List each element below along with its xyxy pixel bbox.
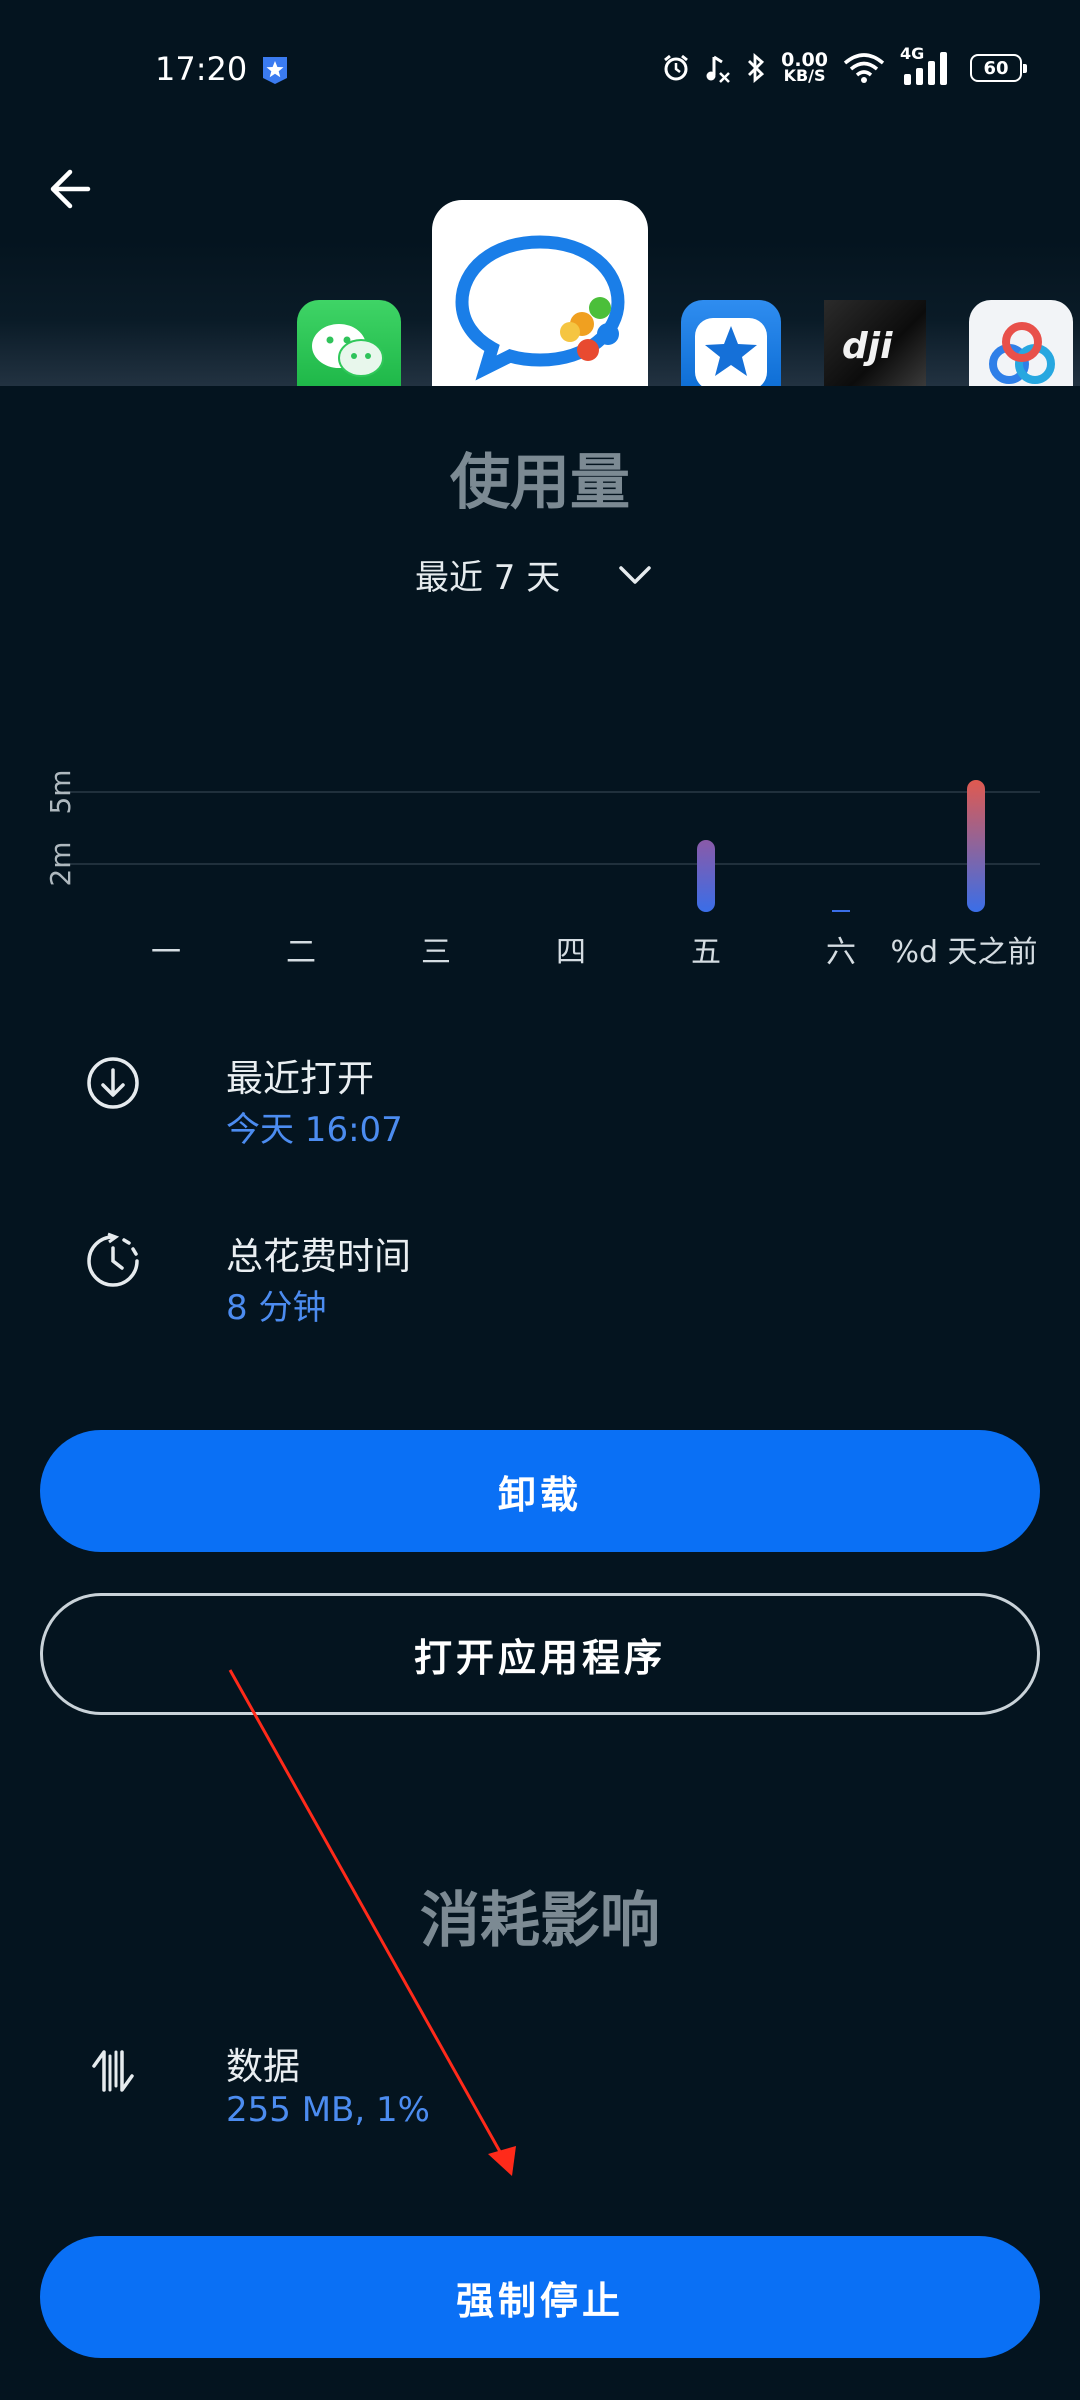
star-app-icon[interactable] bbox=[681, 300, 781, 386]
x-tick-label: 一 bbox=[151, 935, 181, 970]
wifi-icon bbox=[843, 53, 885, 83]
dji-icon[interactable]: dji bbox=[824, 300, 926, 386]
data-usage-row[interactable]: 数据 255 MB, 1% bbox=[0, 2040, 1080, 2160]
data-value: 255 MB, 1% bbox=[226, 2090, 430, 2130]
shield-star-icon bbox=[263, 57, 287, 84]
x-tick-label: 三 bbox=[421, 935, 451, 970]
x-tick-label: 四 bbox=[556, 935, 586, 970]
uninstall-button[interactable]: 卸载 bbox=[40, 1430, 1040, 1552]
y-tick-label: 2m bbox=[44, 841, 77, 886]
last-opened-row: 最近打开 今天 16:07 bbox=[0, 1052, 1080, 1172]
status-icons: 0.00 KB/S 4G 60 bbox=[661, 44, 1027, 86]
battery-indicator: 60 bbox=[970, 54, 1027, 82]
enterprise-wechat-icon[interactable] bbox=[432, 200, 648, 386]
data-transfer-icon bbox=[92, 2050, 134, 2092]
open-app-button[interactable]: 打开应用程序 bbox=[40, 1593, 1040, 1715]
x-tick-label: 六 bbox=[826, 935, 856, 970]
music-muted-icon bbox=[706, 55, 730, 83]
alarm-icon bbox=[664, 54, 689, 81]
x-tick-label: 五 bbox=[691, 935, 721, 970]
arrow-left-icon[interactable] bbox=[40, 158, 102, 220]
last-opened-title: 最近打开 bbox=[226, 1057, 374, 1100]
usage-title: 使用量 bbox=[450, 448, 630, 518]
total-time-title: 总花费时间 bbox=[226, 1235, 411, 1278]
total-time-value: 8 分钟 bbox=[226, 1288, 327, 1328]
timer-icon bbox=[87, 1232, 139, 1287]
usage-bar bbox=[967, 780, 985, 912]
status-bar: 17:20 0.00 KB/S 4G 60 bbox=[0, 0, 1080, 140]
total-time-row: 总花费时间 8 分钟 bbox=[0, 1230, 1080, 1350]
usage-bar bbox=[832, 910, 850, 912]
download-circle-icon bbox=[87, 1057, 139, 1109]
usage-bar bbox=[697, 840, 715, 912]
range-dropdown[interactable]: 最近 7 天 bbox=[415, 550, 652, 599]
impact-title: 消耗影响 bbox=[420, 1886, 660, 1956]
cloud-app-icon[interactable] bbox=[969, 300, 1073, 386]
x-tick-label: 二 bbox=[286, 935, 316, 970]
cellular-signal: 4G bbox=[900, 44, 956, 86]
usage-chart: 2m 5m 一 二 三 四 五 六 %d 天之前 bbox=[44, 769, 1040, 970]
chevron-down-icon bbox=[619, 565, 651, 584]
data-title: 数据 bbox=[226, 2045, 300, 2088]
net-speed: 0.00 KB/S bbox=[781, 49, 828, 85]
x-tick-label: %d 天之前 bbox=[890, 935, 1037, 970]
y-tick-label: 5m bbox=[44, 769, 77, 814]
range-label: 最近 7 天 bbox=[415, 558, 561, 598]
signal-bars-icon bbox=[904, 52, 947, 85]
bluetooth-icon bbox=[748, 53, 765, 83]
force-stop-button[interactable]: 强制停止 bbox=[40, 2236, 1040, 2358]
last-opened-value: 今天 16:07 bbox=[226, 1110, 403, 1150]
app-info-screen: 17:20 0.00 KB/S 4G 60 dji 使用量 最近 7 天 2m … bbox=[0, 0, 1080, 2400]
wechat-icon[interactable] bbox=[297, 300, 401, 386]
svg-text:dji: dji bbox=[842, 326, 893, 367]
status-time: 17:20 bbox=[155, 50, 248, 88]
